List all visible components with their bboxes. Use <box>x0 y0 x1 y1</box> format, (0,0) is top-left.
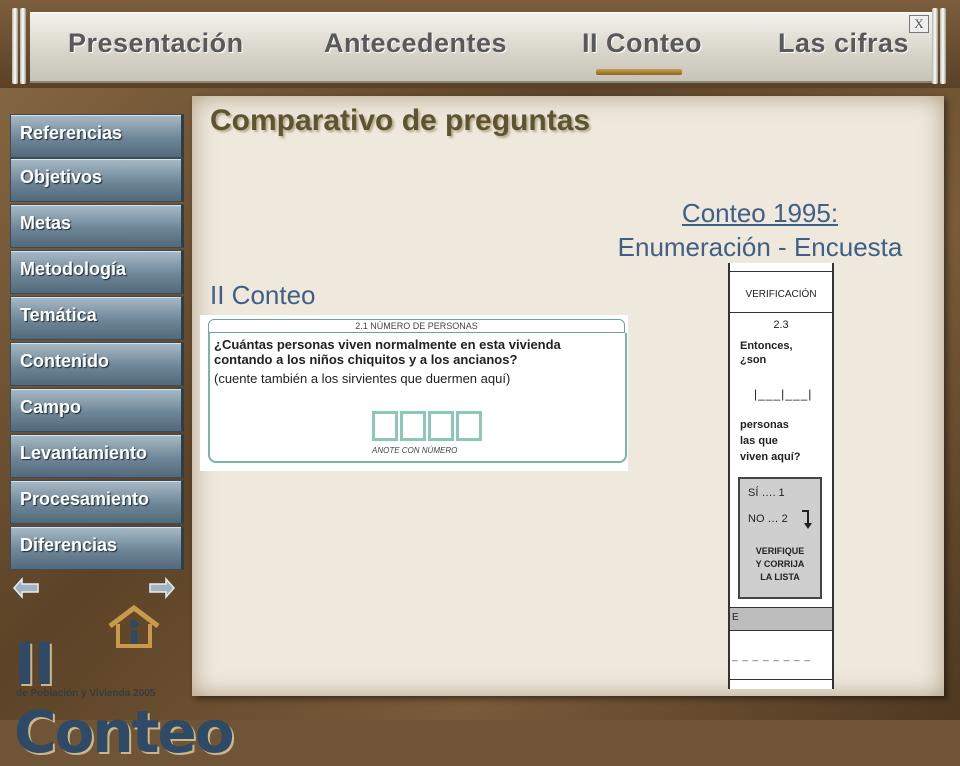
options-box: SÍ …. 1 NO … 2 VERIFIQUE Y CORRIJA LA LI… <box>738 477 822 599</box>
sidebar-item-label: Procesamiento <box>20 489 150 509</box>
sidebar-item-contenido[interactable]: Contenido <box>10 342 184 386</box>
top-bar: Presentación Antecedentes II Conteo Las … <box>0 0 960 88</box>
number-boxes <box>372 411 482 441</box>
sidebar-item-campo[interactable]: Campo <box>10 388 184 432</box>
sidebar-item-levantamiento[interactable]: Levantamiento <box>10 434 184 478</box>
form2-line: Entonces, <box>740 340 793 352</box>
verify-line: Y CORRIJA <box>755 559 805 569</box>
bottom-rule <box>730 679 832 680</box>
number-brackets: |___|___| <box>754 387 813 401</box>
separator-label: E <box>732 612 739 623</box>
form2-line: las que <box>740 435 778 447</box>
sidebar-item-label: Referencias <box>20 123 123 143</box>
form2-question: Entonces, ¿son <box>740 339 793 367</box>
ii-conteo-form-image: 2.1 NÚMERO DE PERSONAS ¿Cuántas personas… <box>200 315 628 471</box>
number-box <box>456 411 482 441</box>
nav-las-cifras[interactable]: Las cifras <box>778 28 909 59</box>
form2-line: ¿son <box>740 354 767 366</box>
form-question-line: ¿Cuántas personas viven normalmente en e… <box>214 337 561 352</box>
logo-subtitle: de Población y Vivienda 2005 <box>16 688 156 699</box>
page-title: Comparativo de preguntas <box>210 104 591 137</box>
sidebar-item-label: Contenido <box>20 351 109 371</box>
sidebar-item-metas[interactable]: Metas <box>10 204 184 248</box>
right-rail <box>932 8 938 84</box>
left-rail-inner <box>20 8 26 84</box>
active-tab-indicator <box>596 69 682 75</box>
arrow-right-icon[interactable] <box>146 576 178 600</box>
verify-line: VERIFIQUE <box>755 546 805 556</box>
nav-antecedentes[interactable]: Antecedentes <box>324 28 507 59</box>
number-box <box>372 411 398 441</box>
sidebar-item-label: Levantamiento <box>20 443 148 463</box>
conteo-1995-label: Conteo 1995: <box>681 198 839 228</box>
sidebar-item-diferencias[interactable]: Diferencias <box>10 526 184 570</box>
form2-line: personas <box>740 419 789 431</box>
conteo-1995-form-image: VERIFICACIÓN 2.3 Entonces, ¿son |___|___… <box>728 263 834 689</box>
conteo-1995-heading: Conteo 1995: Enumeración - Encuesta <box>600 196 920 264</box>
option-si: SÍ …. 1 <box>748 487 785 499</box>
nav-ii-conteo[interactable]: II Conteo <box>582 28 702 59</box>
form-question: ¿Cuántas personas viven normalmente en e… <box>214 337 561 367</box>
sidebar-item-tematica[interactable]: Temática <box>10 296 184 340</box>
sidebar-item-label: Metodología <box>20 259 126 279</box>
form2-question-cont: personas las que viven aquí? <box>740 417 801 465</box>
question-number: 2.3 <box>773 319 789 331</box>
sidebar-item-metodologia[interactable]: Metodología <box>10 250 184 294</box>
section-separator: E <box>730 607 832 631</box>
sidebar: Referencias Objetivos Metas Metodología … <box>8 110 184 572</box>
close-button[interactable]: X <box>909 15 929 33</box>
verify-line: LA LISTA <box>760 572 800 582</box>
form-header: 2.1 NÚMERO DE PERSONAS <box>208 319 625 333</box>
ii-conteo-logo: II Conteo de Población y Vivienda 2005 <box>8 600 235 766</box>
option-no: NO … 2 <box>748 513 788 525</box>
sidebar-item-label: Temática <box>20 305 97 325</box>
form-instruction: (cuente también a los sirvientes que due… <box>214 371 511 386</box>
verify-instruction: VERIFIQUE Y CORRIJA LA LISTA <box>744 545 816 584</box>
ii-conteo-heading: II Conteo <box>210 280 316 310</box>
number-box <box>428 411 454 441</box>
sidebar-item-label: Diferencias <box>20 535 118 555</box>
sidebar-item-label: Metas <box>20 213 72 233</box>
form2-line: viven aquí? <box>740 451 801 463</box>
sidebar-item-label: Objetivos <box>20 167 103 187</box>
sidebar-item-label: Campo <box>20 397 82 417</box>
form-note: ANOTE CON NÚMERO <box>372 446 458 455</box>
right-rail-inner <box>940 8 946 84</box>
sidebar-item-procesamiento[interactable]: Procesamiento <box>10 480 184 524</box>
conteo-1995-subtitle: Enumeración - Encuesta <box>617 232 903 262</box>
verification-header: VERIFICACIÓN <box>730 271 832 313</box>
dashed-line: _ _ _ _ _ _ _ _ <box>732 651 811 662</box>
arrow-left-icon[interactable] <box>10 576 42 600</box>
arrow-down-icon <box>802 510 812 529</box>
form-question-line: contando a los niños chiquitos y a los a… <box>214 352 518 367</box>
left-rail <box>12 8 18 84</box>
number-box <box>400 411 426 441</box>
nav-presentacion[interactable]: Presentación <box>68 28 244 59</box>
sidebar-item-referencias[interactable]: Referencias <box>10 114 184 158</box>
sidebar-item-objetivos[interactable]: Objetivos <box>10 158 184 202</box>
